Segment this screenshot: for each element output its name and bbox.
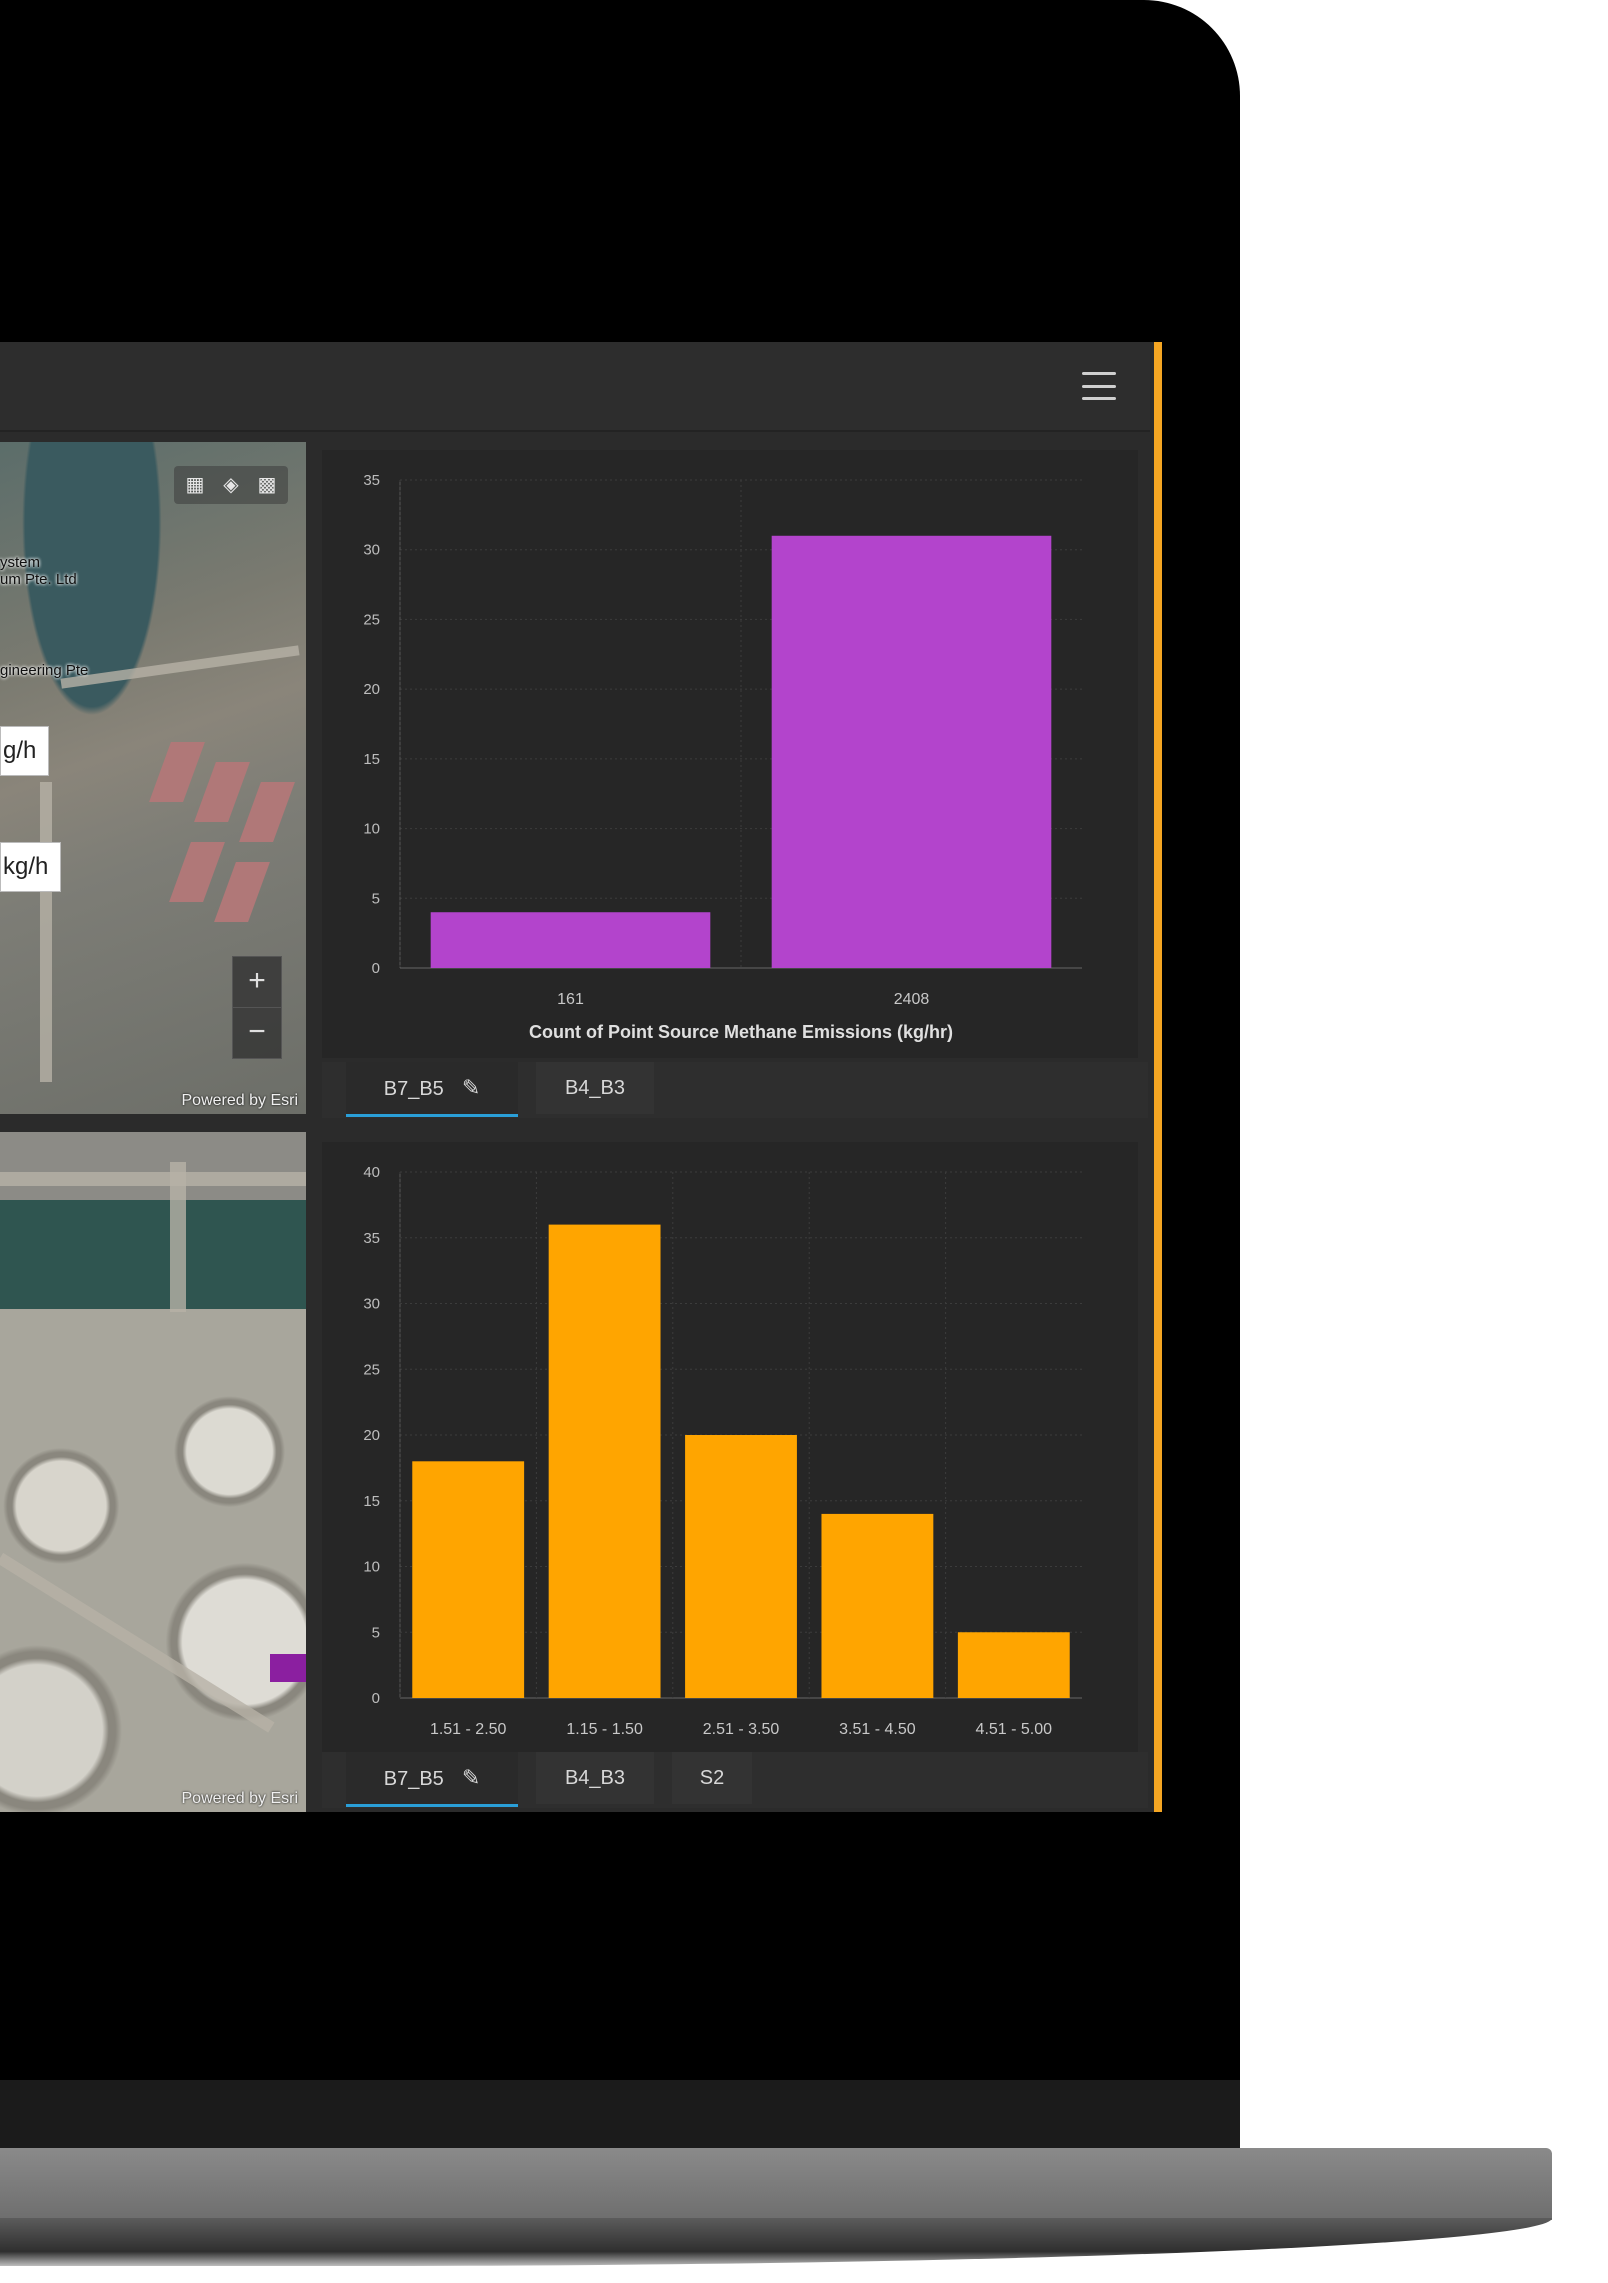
zoom-control: + − <box>232 956 282 1059</box>
bar-chart-kg-hr-svg: 0 5 10 15 20 25 30 35 161 2408 Count of Point Sour… <box>363 472 1082 1042</box>
tab-b7-b5[interactable]: B7_B5 ✎ <box>346 1062 518 1117</box>
y-tick-label: 0 <box>372 960 380 977</box>
dashboard-screen: ▦ ◈ ▩ ystem um Pte. Ltd gineering Pte g/… <box>0 342 1160 1812</box>
esri-attribution: Powered by Esri <box>181 1790 299 1807</box>
laptop-lip <box>0 2218 1552 2266</box>
y-tick-label: 0 <box>372 1690 380 1707</box>
zoom-out-button[interactable]: − <box>233 1007 281 1058</box>
bar-chart-ppm: 0 5 10 15 20 25 30 35 40 1.51 - 2.50 1.15 - 1.50 2.… <box>322 1142 1138 1788</box>
y-tick-label: 35 <box>363 1230 380 1247</box>
chart-tabs-bottom: B7_B5 ✎ B4_B3 S2 <box>322 1752 1148 1808</box>
y-tick-label: 5 <box>372 1624 380 1641</box>
bar-chart-kg-hr: 0 5 10 15 20 25 30 35 161 2408 Count of Point Sour… <box>322 450 1138 1058</box>
map-place-label: gineering Pte <box>0 662 89 679</box>
hamburger-menu-icon[interactable] <box>1082 372 1116 400</box>
tab-label: B7_B5 <box>383 1078 444 1100</box>
x-tick-label: 161 <box>557 991 584 1008</box>
tab-b4-b3[interactable]: B4_B3 <box>536 1062 654 1114</box>
pencil-icon[interactable]: ✎ <box>462 1765 480 1790</box>
map-road <box>60 645 300 689</box>
y-tick-label: 15 <box>363 1493 380 1510</box>
y-tick-label: 15 <box>363 751 380 768</box>
accent-bar <box>1154 342 1162 1812</box>
map-building <box>214 862 270 922</box>
basemap-icon[interactable]: ▩ <box>254 472 280 498</box>
tab-label: B7_B5 <box>383 1768 444 1790</box>
bar <box>957 1632 1070 1698</box>
layers-icon[interactable]: ◈ <box>218 472 244 498</box>
bar <box>412 1461 525 1698</box>
x-tick-label: 1.15 - 1.50 <box>566 1721 643 1738</box>
chart-tabs-top: B7_B5 ✎ B4_B3 <box>322 1062 1148 1118</box>
y-tick-label: 35 <box>363 472 380 489</box>
map-place-label: ystem <box>0 554 41 571</box>
zoom-in-button[interactable]: + <box>233 957 281 1007</box>
map-road <box>0 1552 275 1733</box>
bar <box>430 912 711 968</box>
satellite-map-bottom[interactable]: Powered by Esri <box>0 1132 306 1812</box>
emission-marker[interactable] <box>270 1654 306 1682</box>
map-building <box>239 782 295 842</box>
bar <box>685 1435 797 1698</box>
map-place-label: um Pte. Ltd <box>0 571 77 588</box>
emission-callout[interactable]: kg/h <box>0 842 62 892</box>
map-road <box>170 1162 186 1312</box>
tab-label: B4_B3 <box>564 1767 626 1789</box>
y-tick-label: 5 <box>372 890 380 907</box>
laptop-hinge <box>0 2080 1240 2148</box>
x-tick-label: 2408 <box>894 991 930 1008</box>
y-tick-label: 30 <box>363 542 380 559</box>
x-tick-label: 4.51 - 5.00 <box>976 1721 1053 1738</box>
tab-label: B4_B3 <box>564 1077 626 1099</box>
y-tick-label: 25 <box>363 1361 380 1378</box>
x-tick-label: 2.51 - 3.50 <box>703 1721 780 1738</box>
map-building <box>194 762 250 822</box>
pencil-icon[interactable]: ✎ <box>462 1075 480 1100</box>
y-tick-label: 10 <box>363 821 380 838</box>
map-building <box>149 742 205 802</box>
bar <box>771 535 1052 968</box>
bar-chart-ppm-svg: 0 5 10 15 20 25 30 35 40 1.51 - 2.50 1.15 - 1.50 2.… <box>363 1164 1082 1772</box>
map-building <box>169 842 225 902</box>
map-road <box>0 1172 306 1186</box>
grid-icon[interactable]: ▦ <box>182 472 208 498</box>
tab-label: S2 <box>699 1767 725 1789</box>
tab-b4-b3[interactable]: B4_B3 <box>536 1752 654 1804</box>
esri-attribution: Powered by Esri <box>181 1092 299 1109</box>
x-axis-label: Count of Point Source Methane Emissions … <box>529 1022 953 1042</box>
emission-callout[interactable]: g/h <box>0 726 50 776</box>
laptop-base <box>0 2148 1552 2220</box>
tab-b7-b5[interactable]: B7_B5 ✎ <box>346 1752 518 1807</box>
bar <box>821 1513 934 1698</box>
bar <box>548 1224 661 1698</box>
y-tick-label: 20 <box>363 681 380 698</box>
tab-s2[interactable]: S2 <box>672 1752 752 1804</box>
y-tick-label: 20 <box>363 1427 380 1444</box>
map-toolbar: ▦ ◈ ▩ <box>174 466 288 504</box>
x-tick-label: 3.51 - 4.50 <box>839 1721 916 1738</box>
map-road <box>40 782 52 1082</box>
dashboard-header <box>0 342 1150 432</box>
y-tick-label: 30 <box>363 1296 380 1313</box>
satellite-map-top[interactable]: ▦ ◈ ▩ ystem um Pte. Ltd gineering Pte g/… <box>0 442 306 1114</box>
y-tick-label: 40 <box>363 1164 380 1181</box>
y-tick-label: 10 <box>363 1559 380 1576</box>
y-tick-label: 25 <box>363 611 380 628</box>
x-tick-label: 1.51 - 2.50 <box>430 1721 507 1738</box>
